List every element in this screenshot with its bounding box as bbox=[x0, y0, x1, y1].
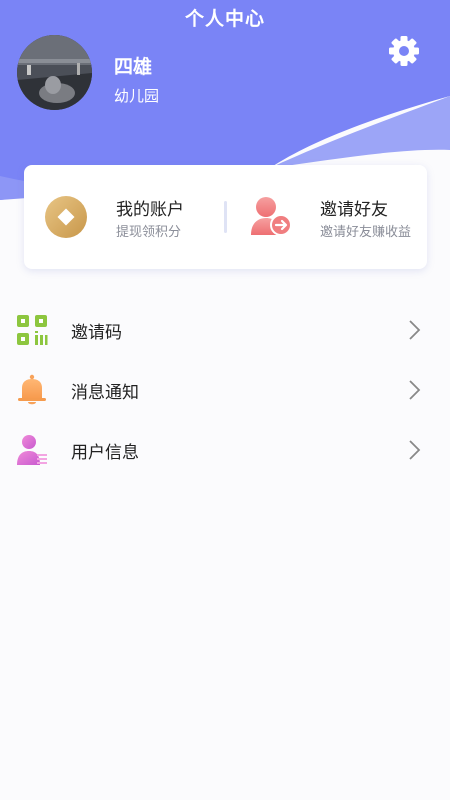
invite-friend-icon bbox=[251, 197, 292, 236]
account-card: 我的账户 提现领积分 邀请好友 邀请好友赚收益 bbox=[24, 165, 427, 269]
menu-item-invite-code[interactable]: 邀请码 bbox=[0, 300, 450, 360]
invite-friends-subtitle: 邀请好友赚收益 bbox=[320, 225, 412, 240]
menu-item-label: 消息通知 bbox=[71, 383, 139, 403]
page-title: 个人中心 bbox=[184, 8, 265, 30]
user-info-icon bbox=[17, 435, 47, 465]
gold-coin-icon bbox=[45, 196, 87, 238]
menu-item-user-info[interactable]: 用户信息 bbox=[0, 420, 450, 480]
menu-item-label: 用户信息 bbox=[71, 443, 139, 463]
settings-button[interactable] bbox=[386, 33, 422, 69]
qr-code-icon bbox=[17, 315, 48, 345]
menu-item-notifications[interactable]: 消息通知 bbox=[0, 360, 450, 420]
my-account-button[interactable]: 我的账户 提现领积分 bbox=[24, 165, 224, 269]
user-organization: 幼儿园 bbox=[114, 87, 160, 105]
gear-icon bbox=[389, 36, 419, 66]
chevron-right-icon bbox=[409, 440, 421, 460]
menu-item-label: 邀请码 bbox=[71, 323, 122, 343]
my-account-subtitle: 提现领积分 bbox=[116, 225, 182, 240]
chevron-right-icon bbox=[409, 380, 421, 400]
invite-friends-title: 邀请好友 bbox=[320, 200, 388, 220]
bell-icon bbox=[18, 374, 46, 405]
invite-friends-button[interactable]: 邀请好友 邀请好友赚收益 bbox=[224, 165, 427, 269]
chevron-right-icon bbox=[409, 320, 421, 340]
my-account-title: 我的账户 bbox=[116, 200, 184, 220]
avatar[interactable] bbox=[17, 35, 92, 110]
user-name: 四雄 bbox=[114, 56, 153, 78]
avatar-image bbox=[17, 35, 92, 110]
